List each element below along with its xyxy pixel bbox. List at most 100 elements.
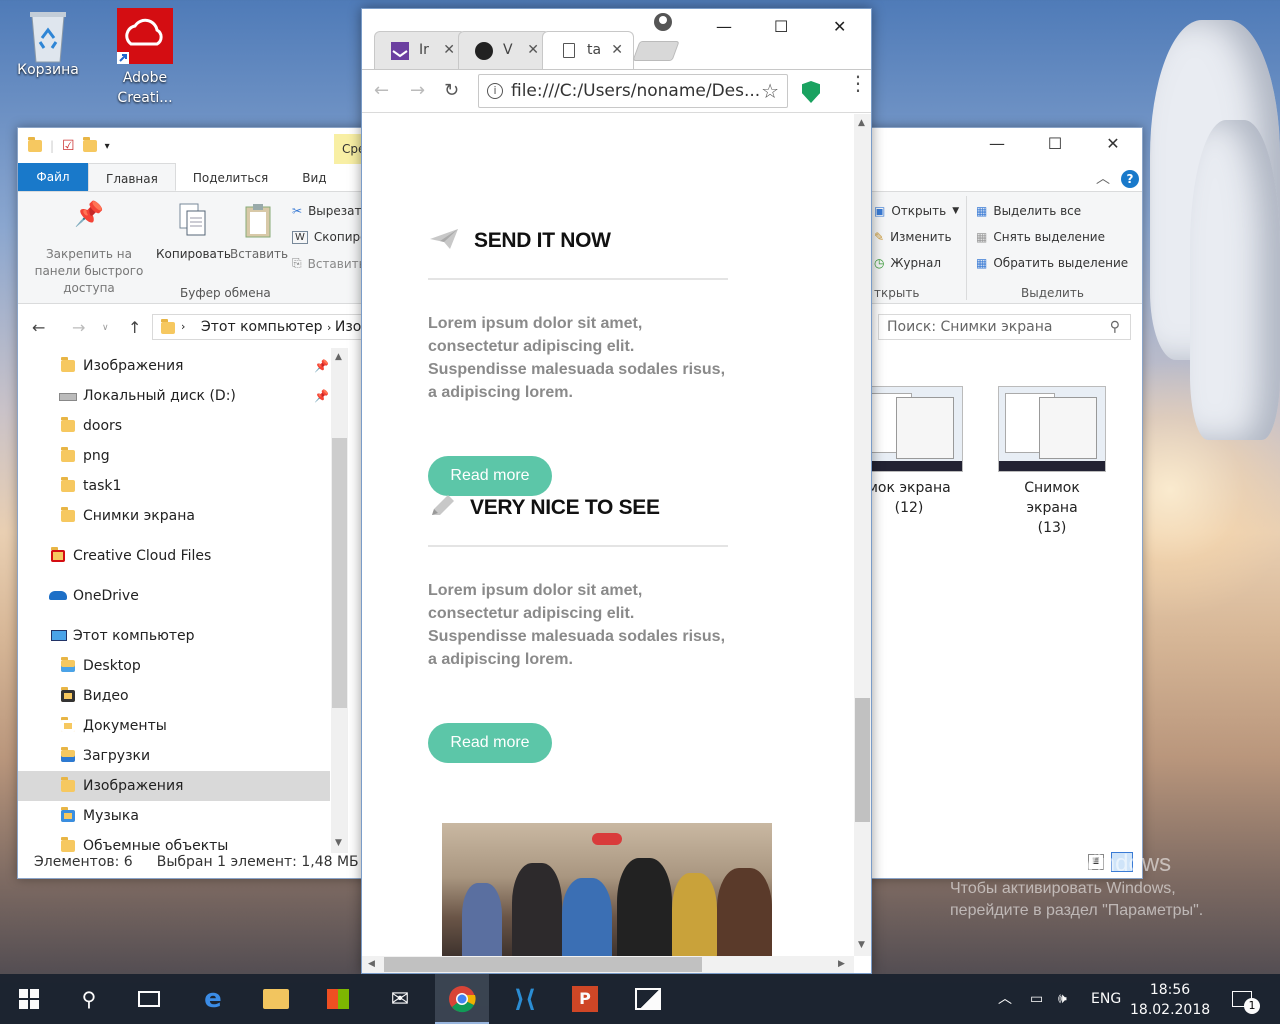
scroll-up-arrow[interactable]: ▲ <box>335 352 342 362</box>
tree-item[interactable]: Desktop <box>18 651 330 681</box>
pin-quick-access-button[interactable]: 📌 Закрепить на панели быстрого доступа <box>24 202 154 297</box>
paste-button[interactable]: Вставить <box>230 202 288 263</box>
close-button[interactable]: ✕ <box>1084 128 1142 160</box>
taskbar-mail[interactable]: ✉ <box>377 974 423 1024</box>
address-part[interactable]: Изо <box>335 319 361 335</box>
scroll-left-arrow[interactable]: ◀ <box>368 959 375 969</box>
maximize-button[interactable]: ☐ <box>1026 128 1084 160</box>
close-button[interactable]: ✕ <box>833 17 846 36</box>
tree-item[interactable]: doors <box>18 411 330 441</box>
shield-extension-icon[interactable] <box>802 81 820 103</box>
chevron-down-icon[interactable]: ▾ <box>105 141 110 152</box>
taskbar-powerpoint[interactable]: P <box>560 974 610 1024</box>
tree-item[interactable]: Этот компьютер <box>18 621 330 651</box>
tree-item[interactable]: Музыка <box>18 801 330 831</box>
tree-item[interactable]: Снимки экрана <box>18 501 330 531</box>
cut-button[interactable]: ✂ Вырезать <box>292 204 369 218</box>
pin-icon[interactable]: 📌 <box>314 381 329 411</box>
tab-home[interactable]: Главная <box>88 163 176 191</box>
select-none-button[interactable]: ▦ Снять выделение <box>976 230 1105 244</box>
tree-item[interactable]: Локальный диск (D:) 📌 <box>18 381 330 411</box>
tree-item[interactable]: Изображения 📌 <box>18 351 330 381</box>
tree-item[interactable]: Видео <box>18 681 330 711</box>
task-view-button[interactable] <box>126 974 172 1024</box>
taskbar-chrome[interactable] <box>435 974 489 1024</box>
forward-arrow-icon[interactable]: → <box>410 80 425 101</box>
taskbar-photos[interactable] <box>622 974 674 1024</box>
scroll-down-arrow[interactable]: ▼ <box>858 940 865 950</box>
close-tab-icon[interactable]: ✕ <box>527 32 539 68</box>
search-input[interactable]: Поиск: Снимки экрана ⚲ <box>878 314 1131 340</box>
page-scrollbar[interactable]: ▲ ▼ <box>854 114 871 956</box>
navigation-scrollbar[interactable]: ▲ ▼ <box>331 348 348 853</box>
minimize-button[interactable]: — <box>968 128 1026 160</box>
address-field[interactable]: › Этот компьютер › Изо <box>152 314 372 340</box>
edit-button[interactable]: ✎ Изменить <box>874 230 952 244</box>
maximize-button[interactable]: ☐ <box>774 17 788 36</box>
tree-item[interactable]: Документы <box>18 711 330 741</box>
url-bar[interactable]: i file:///C:/Users/noname/Des... ☆ <box>478 74 788 108</box>
select-all-button[interactable]: ▦ Выделить все <box>976 204 1081 218</box>
scroll-thumb[interactable] <box>332 438 347 708</box>
volume-icon[interactable]: 🕪 <box>1058 974 1067 1024</box>
ribbon-collapse-icon[interactable]: ︿ <box>1096 168 1110 188</box>
copy-path-button[interactable]: W Скопиро <box>292 230 367 244</box>
context-tab[interactable]: Сре <box>334 134 365 164</box>
taskbar-edge[interactable]: e <box>190 974 236 1024</box>
info-icon[interactable]: i <box>487 83 503 99</box>
taskbar-vscode[interactable]: ⟩⟨ <box>500 974 550 1024</box>
tree-item[interactable]: Creative Cloud Files <box>18 541 330 571</box>
bookmark-star-icon[interactable]: ☆ <box>761 75 779 107</box>
forward-arrow-icon[interactable]: → <box>72 318 85 337</box>
close-tab-icon[interactable]: ✕ <box>443 32 455 68</box>
close-tab-icon[interactable]: ✕ <box>611 32 623 68</box>
reload-icon[interactable]: ↻ <box>444 80 459 101</box>
pin-icon[interactable]: 📌 <box>314 351 329 381</box>
language-indicator[interactable]: ENG <box>1091 974 1121 1024</box>
menu-dots-icon[interactable]: ⋮ <box>848 73 868 93</box>
history-button[interactable]: ◷ Журнал <box>874 256 941 270</box>
clock[interactable]: 18:56 18.02.2018 <box>1130 980 1210 1020</box>
tree-item[interactable]: Объемные объекты <box>18 831 330 853</box>
taskbar-explorer[interactable] <box>253 974 299 1024</box>
start-button[interactable] <box>6 974 52 1024</box>
scroll-thumb[interactable] <box>855 698 870 822</box>
chevron-down-icon[interactable]: ∨ <box>102 323 109 333</box>
show-hidden-icons[interactable]: ︿ <box>998 974 1012 1024</box>
file-item[interactable]: Снимок экрана (13) <box>997 386 1107 538</box>
tab-view[interactable]: Вид <box>285 163 343 191</box>
invert-selection-button[interactable]: ▦ Обратить выделение <box>976 256 1128 270</box>
new-tab-button[interactable] <box>632 41 680 61</box>
tree-item[interactable]: png <box>18 441 330 471</box>
up-arrow-icon[interactable]: ↑ <box>128 318 141 337</box>
scroll-thumb[interactable] <box>384 957 702 972</box>
read-more-button[interactable]: Read more <box>428 723 552 763</box>
browser-tab-active[interactable]: ta ✕ <box>542 31 634 69</box>
open-button[interactable]: ▣ Открыть ▼ <box>874 204 959 218</box>
scroll-right-arrow[interactable]: ▶ <box>838 959 845 969</box>
browser-tab[interactable]: V ✕ <box>458 31 550 69</box>
tree-item[interactable]: OneDrive <box>18 581 330 611</box>
paste-shortcut-button[interactable]: ⎘ Вставить <box>292 256 366 271</box>
tab-share[interactable]: Поделиться <box>176 163 285 191</box>
back-arrow-icon[interactable]: ← <box>32 318 45 337</box>
desktop-icon-adobe-cc[interactable]: Adobe Creati... <box>105 8 185 108</box>
search-button[interactable]: ⚲ <box>66 974 112 1024</box>
network-icon[interactable]: ▭ <box>1030 974 1043 1024</box>
address-part[interactable]: Этот компьютер <box>201 319 323 335</box>
minimize-button[interactable]: — <box>716 17 732 36</box>
desktop-icon-recycle-bin[interactable]: Корзина <box>8 8 88 80</box>
help-icon[interactable]: ? <box>1121 170 1139 188</box>
tab-file[interactable]: Файл <box>18 163 88 191</box>
tree-item-selected[interactable]: Изображения <box>18 771 330 801</box>
copy-button[interactable]: Копировать <box>156 202 231 263</box>
profile-icon[interactable] <box>654 13 672 31</box>
properties-icon[interactable]: ☑ <box>62 138 75 154</box>
tree-item[interactable]: Загрузки <box>18 741 330 771</box>
back-arrow-icon[interactable]: ← <box>374 80 389 101</box>
tree-item[interactable]: task1 <box>18 471 330 501</box>
read-more-button[interactable]: Read more <box>428 456 552 496</box>
page-hscrollbar[interactable]: ◀ ▶ <box>362 956 854 973</box>
browser-tab[interactable]: Ir ✕ <box>374 31 466 69</box>
scroll-down-arrow[interactable]: ▼ <box>335 838 342 848</box>
